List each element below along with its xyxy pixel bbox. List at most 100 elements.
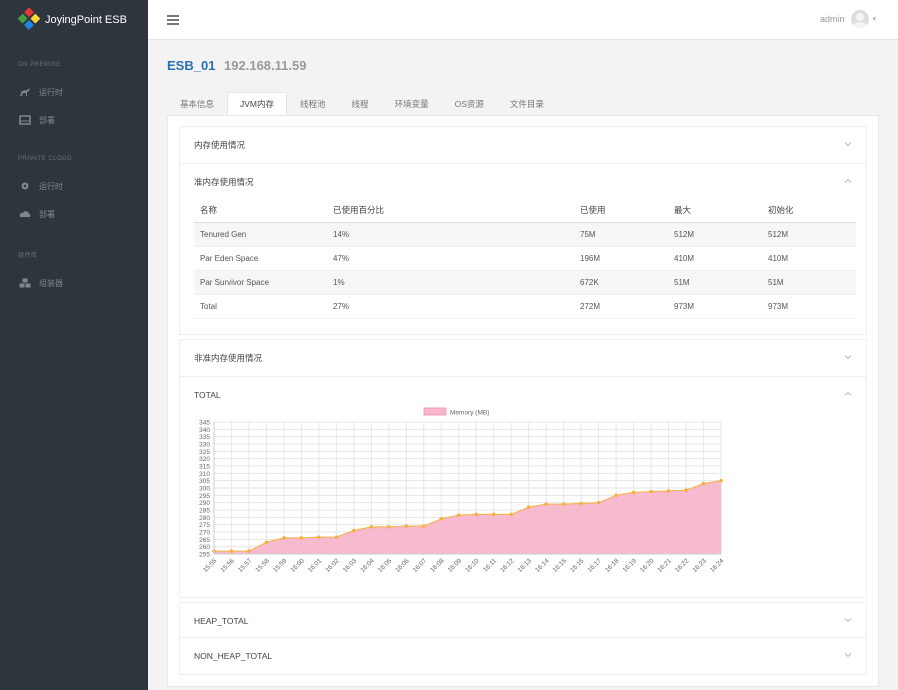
data-point: [456, 513, 461, 517]
y-tick-label: 300: [199, 486, 210, 493]
chevron-down-icon: [844, 142, 852, 147]
page-title: ESB_01 192.168.11.59: [167, 58, 306, 73]
y-tick-label: 280: [199, 515, 210, 522]
column-header: 已使用百分比: [327, 198, 574, 223]
sidebar-item-cloud-runtime[interactable]: 运行时: [0, 172, 148, 200]
table-cell: 51M: [762, 270, 856, 295]
sidebar-item-deploy[interactable]: 部署: [0, 106, 148, 134]
data-point: [701, 481, 706, 486]
x-tick-label: 16:06: [394, 557, 411, 574]
panel-header[interactable]: NON_HEAP_TOTAL: [180, 638, 866, 674]
tab-basic-info[interactable]: 基本信息: [167, 92, 227, 116]
data-point: [282, 536, 286, 540]
table-cell: Tenured Gen: [194, 222, 327, 247]
data-point: [247, 549, 251, 553]
data-point: [387, 525, 391, 529]
x-tick-label: 16:09: [447, 557, 464, 574]
data-point: [317, 535, 321, 539]
table-cell: 512M: [668, 222, 762, 247]
x-tick-label: 16:15: [552, 557, 569, 574]
y-tick-label: 340: [199, 427, 210, 434]
x-tick-label: 16:17: [587, 557, 604, 574]
x-tick-label: 15:57: [237, 557, 254, 574]
sidebar-section-title: PRIVATE CLOUD: [18, 156, 72, 162]
table-cell: 75M: [574, 222, 668, 247]
x-tick-label: 16:02: [324, 557, 341, 574]
data-point: [352, 528, 356, 533]
brand[interactable]: JoyingPoint ESB: [0, 0, 148, 40]
data-point: [614, 493, 618, 498]
x-tick-label: 16:22: [674, 557, 691, 574]
x-tick-label: 16:16: [569, 557, 586, 574]
x-tick-label: 16:23: [691, 557, 708, 574]
instance-name: ESB_01: [167, 58, 216, 73]
column-header: 初始化: [762, 198, 856, 223]
x-tick-label: 15:58: [254, 557, 271, 574]
y-tick-label: 325: [199, 449, 210, 456]
y-tick-label: 345: [199, 420, 210, 427]
table-cell: Par Eden Space: [194, 246, 327, 271]
table-cell: 410M: [668, 246, 762, 271]
table-row: Par Survivor Space 1% 672K 51M 51M: [194, 270, 856, 295]
y-tick-label: 335: [199, 434, 210, 441]
data-point: [684, 488, 688, 492]
panel-header[interactable]: 内存使用情况: [180, 127, 866, 163]
panel-nonheap: 非准内存使用情况: [179, 339, 867, 377]
panel-header[interactable]: 非准内存使用情况: [180, 340, 866, 376]
app-name: JoyingPoint ESB: [45, 14, 127, 26]
table-cell: 672K: [574, 270, 668, 295]
panel-header[interactable]: HEAP_TOTAL: [180, 603, 866, 639]
chevron-down-icon: [844, 618, 852, 623]
x-tick-label: 16:18: [604, 557, 621, 574]
table-cell: 51M: [668, 270, 762, 295]
table-row: Tenured Gen 14% 75M 512M 512M: [194, 222, 856, 247]
y-tick-label: 310: [199, 471, 210, 478]
data-point: [491, 512, 496, 517]
username: admin: [819, 14, 845, 24]
menu-toggle-icon[interactable]: [167, 15, 179, 25]
tab-content: 内存使用情况 准内存使用情况 名称 已使用百分比 已使用 最大 初始化 Tenu…: [167, 115, 879, 687]
table-cell: 410M: [762, 246, 856, 271]
panel-total: TOTAL 255 260 265 270 275 280 285 290 295 300 305 3…: [179, 376, 867, 598]
panel-heap-total: HEAP_TOTAL: [179, 602, 867, 638]
sidebar-item-label: 运行时: [39, 87, 63, 97]
sidebar-section-title: 组件库: [18, 253, 38, 259]
y-tick-label: 275: [199, 522, 210, 529]
panel-memory-usage: 内存使用情况: [179, 126, 867, 164]
x-tick-label: 16:11: [482, 557, 498, 573]
tab-jvm-memory[interactable]: JVM内存: [227, 92, 288, 116]
y-tick-label: 265: [199, 537, 210, 544]
table-cell: 512M: [762, 222, 856, 247]
tab-file-dirs[interactable]: 文件目录: [497, 92, 557, 116]
cubes-icon: [19, 278, 31, 288]
column-header: 最大: [668, 198, 762, 223]
gear-icon: [21, 182, 29, 190]
data-point: [596, 500, 601, 505]
tab-threads[interactable]: 线程: [339, 92, 382, 116]
x-tick-label: 15:56: [219, 557, 236, 574]
sidebar-item-runtime[interactable]: 运行时: [0, 78, 148, 106]
x-tick-label: 16:07: [412, 557, 429, 574]
sidebar-item-cloud-deploy[interactable]: 部署: [0, 200, 148, 228]
user-menu[interactable]: admin ▾: [820, 10, 876, 28]
data-point: [264, 540, 269, 545]
data-point: [666, 489, 671, 493]
x-tick-label: 16:12: [499, 557, 516, 574]
panel-title: 非准内存使用情况: [194, 353, 263, 363]
sidebar-item-assembler[interactable]: 组装器: [0, 269, 148, 297]
instance-ip: 192.168.11.59: [224, 58, 307, 73]
chevron-down-icon: ▾: [872, 16, 876, 23]
column-header: 名称: [194, 198, 327, 223]
x-tick-label: 16:14: [534, 557, 551, 574]
chevron-down-icon: [844, 355, 852, 360]
panel-header[interactable]: 准内存使用情况: [180, 164, 866, 200]
data-point: [369, 525, 374, 529]
x-tick-label: 16:13: [517, 557, 534, 574]
tab-thread-pool[interactable]: 线程池: [287, 92, 339, 116]
panel-heap: 准内存使用情况 名称 已使用百分比 已使用 最大 初始化 Tenured Gen…: [179, 163, 867, 335]
y-tick-label: 315: [199, 464, 210, 471]
table-cell: 196M: [574, 246, 668, 271]
tab-os-resources[interactable]: OS资源: [442, 92, 497, 116]
tab-env-vars[interactable]: 环境变量: [382, 92, 442, 116]
data-point: [229, 549, 234, 553]
